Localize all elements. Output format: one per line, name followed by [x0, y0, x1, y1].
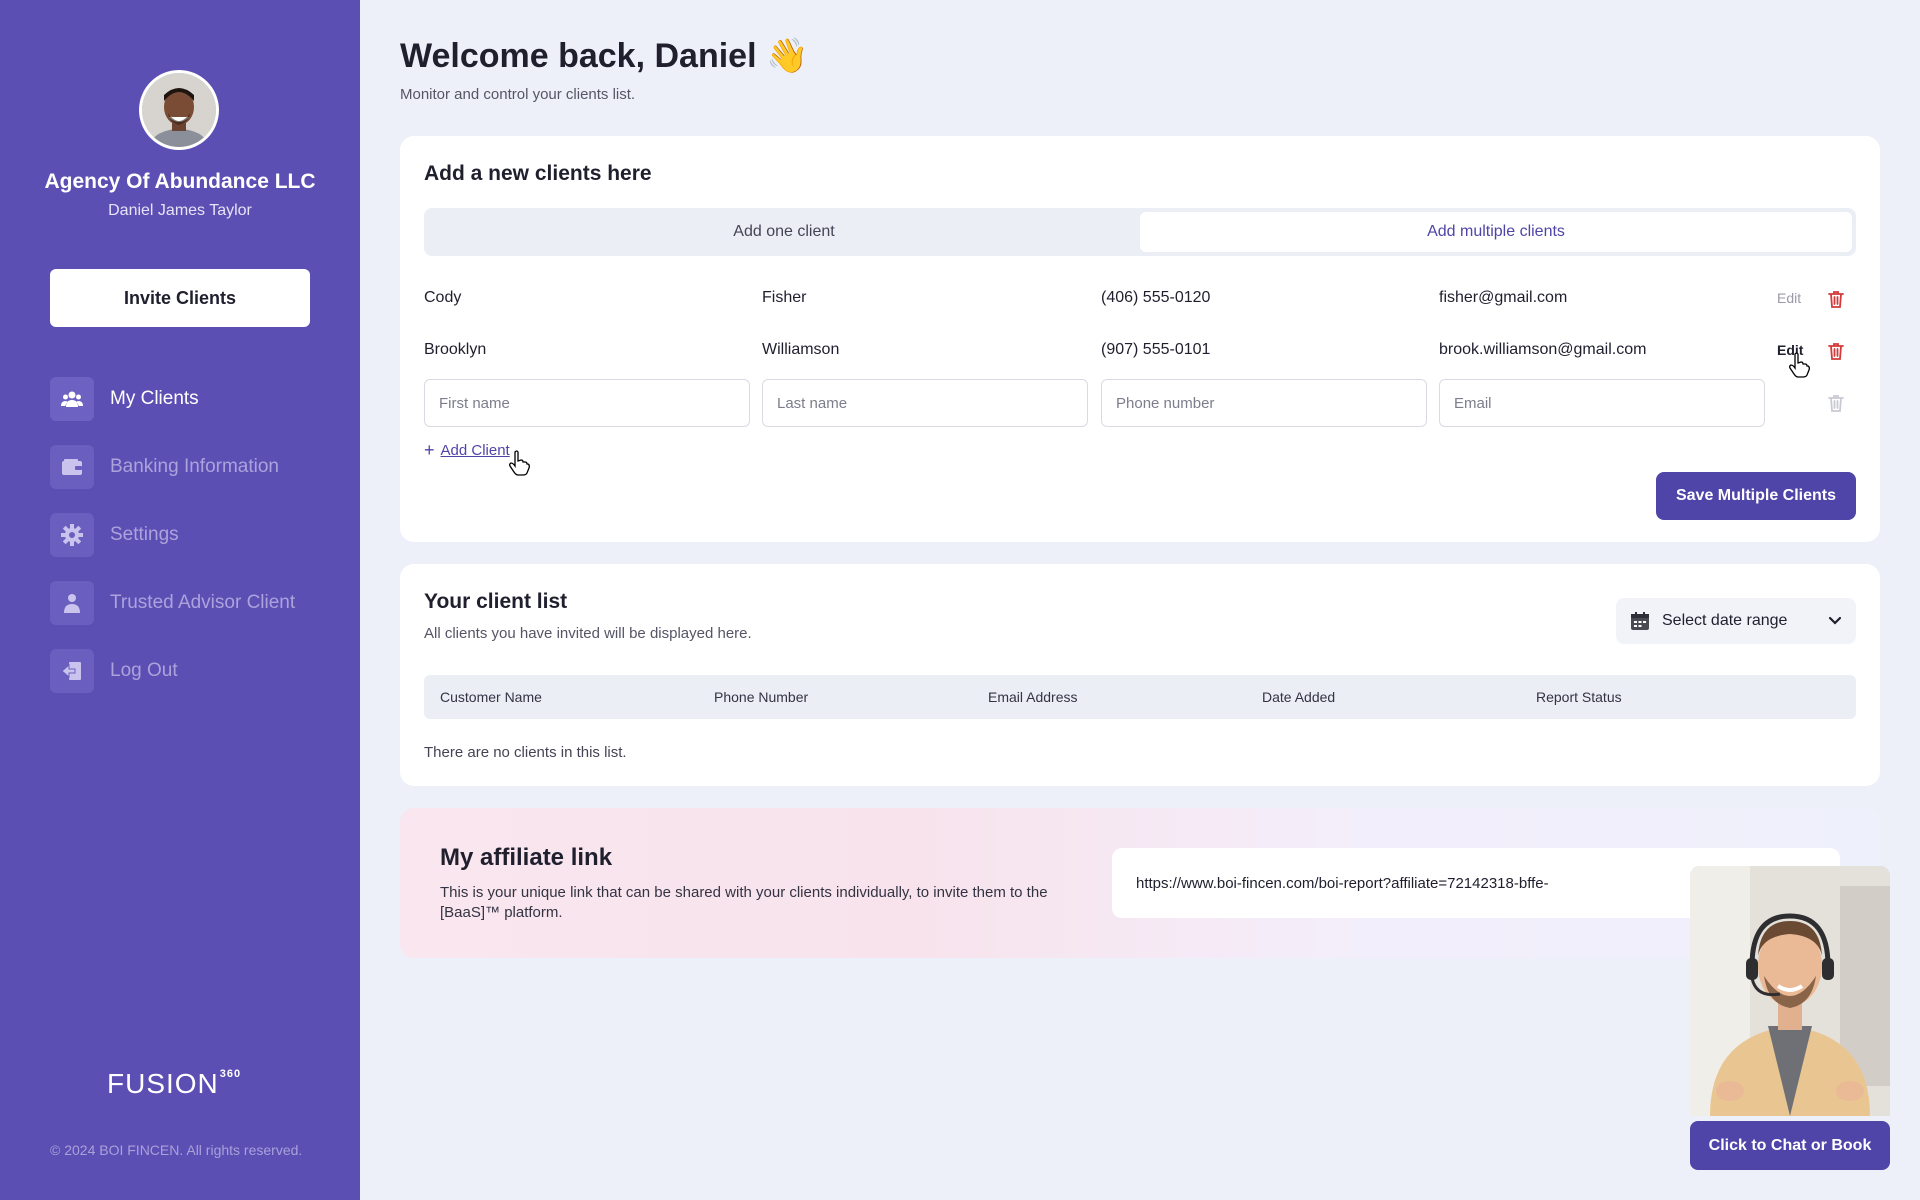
person-icon [50, 581, 94, 625]
client-phone: (907) 555-0101 [1101, 341, 1211, 358]
client-entry-row: Brooklyn Williamson (907) 555-0101 brook… [424, 331, 1856, 371]
client-phone: (406) 555-0120 [1101, 289, 1211, 306]
add-client-label: Add Client [440, 442, 510, 459]
tab-add-multiple-clients[interactable]: Add multiple clients [1140, 212, 1852, 252]
chat-agent-video[interactable] [1690, 866, 1890, 1116]
sidebar-item-label: Trusted Advisor Client [110, 592, 296, 613]
hand-cursor-icon [1789, 352, 1810, 378]
column-header[interactable]: Date Added [1262, 689, 1335, 705]
empty-state-text: There are no clients in this list. [424, 744, 627, 761]
client-entry-row: Cody Fisher (406) 555-0120 fisher@gmail.… [424, 279, 1856, 319]
column-header[interactable]: Email Address [988, 689, 1077, 705]
save-multiple-clients-button[interactable]: Save Multiple Clients [1656, 472, 1856, 520]
sidebar-item-label: My Clients [110, 388, 199, 409]
brand-logo: FUSION360 [107, 1068, 241, 1100]
copyright-text: © 2024 BOI FINCEN. All rights reserved. [50, 1142, 303, 1158]
affiliate-description: This is your unique link that can be sha… [440, 884, 1048, 921]
client-first-name: Brooklyn [424, 341, 487, 358]
affiliate-link-text[interactable]: https://www.boi-fincen.com/boi-report?af… [1136, 875, 1549, 892]
add-clients-card: Add a new clients here Add one client Ad… [400, 136, 1880, 542]
client-last-name: Williamson [762, 341, 840, 358]
brand-name: FUSION [107, 1068, 219, 1099]
trash-icon[interactable] [1826, 341, 1846, 361]
client-table-header: Customer Name Phone Number Email Address… [424, 675, 1856, 719]
sidebar: Agency Of Abundance LLC Daniel James Tay… [0, 0, 360, 1200]
edit-client-button[interactable]: Edit [1777, 290, 1801, 306]
date-range-label: Select date range [1662, 612, 1788, 629]
date-range-select[interactable]: Select date range [1616, 598, 1856, 644]
client-list-subtitle: All clients you have invited will be dis… [424, 625, 752, 642]
logout-icon [50, 649, 94, 693]
sidebar-item-trusted-advisor[interactable]: Trusted Advisor Client [50, 581, 295, 625]
client-first-name: Cody [424, 289, 462, 306]
users-icon [50, 377, 94, 421]
calendar-icon [1631, 612, 1649, 630]
column-header[interactable]: Report Status [1536, 689, 1622, 705]
user-name: Daniel James Taylor [108, 202, 252, 219]
last-name-input[interactable] [762, 379, 1088, 427]
gear-icon [50, 513, 94, 557]
sidebar-item-label: Banking Information [110, 456, 279, 477]
first-name-input[interactable] [424, 379, 750, 427]
hand-cursor-icon [509, 450, 530, 476]
sidebar-item-my-clients[interactable]: My Clients [50, 377, 295, 421]
phone-number-input[interactable] [1101, 379, 1427, 427]
email-input[interactable] [1439, 379, 1765, 427]
chevron-down-icon [1828, 616, 1842, 625]
plus-icon: + [424, 440, 435, 460]
affiliate-title: My affiliate link [440, 844, 613, 871]
client-list-card: Your client list All clients you have in… [400, 564, 1880, 786]
wallet-icon [50, 445, 94, 489]
page-subtitle: Monitor and control your clients list. [400, 86, 636, 103]
client-last-name: Fisher [762, 289, 807, 306]
client-email: fisher@gmail.com [1439, 289, 1568, 306]
add-client-tabs: Add one client Add multiple clients [424, 208, 1856, 256]
client-email: brook.williamson@gmail.com [1439, 341, 1647, 358]
sidebar-item-logout[interactable]: Log Out [50, 649, 295, 693]
invite-clients-button[interactable]: Invite Clients [50, 269, 310, 327]
chat-or-book-button[interactable]: Click to Chat or Book [1690, 1121, 1890, 1170]
brand-superscript: 360 [219, 1067, 242, 1080]
agent-photo [1690, 866, 1890, 1116]
avatar-photo [142, 73, 216, 147]
agency-name: Agency Of Abundance LLC [44, 170, 316, 193]
trash-icon[interactable] [1826, 393, 1846, 413]
sidebar-item-label: Settings [110, 524, 179, 545]
trash-icon[interactable] [1826, 289, 1846, 309]
column-header[interactable]: Customer Name [440, 689, 542, 705]
page-title: Welcome back, Daniel 👋 [400, 37, 809, 75]
sidebar-nav: My Clients Banking Information Settings … [50, 377, 295, 717]
sidebar-item-banking[interactable]: Banking Information [50, 445, 295, 489]
sidebar-item-label: Log Out [110, 660, 178, 681]
add-clients-title: Add a new clients here [424, 162, 652, 185]
affiliate-card: My affiliate link This is your unique li… [400, 808, 1880, 958]
column-header[interactable]: Phone Number [714, 689, 808, 705]
add-client-button[interactable]: + Add Client [424, 440, 510, 461]
avatar [139, 70, 219, 150]
tab-add-one-client[interactable]: Add one client [428, 212, 1140, 252]
sidebar-item-settings[interactable]: Settings [50, 513, 295, 557]
client-list-title: Your client list [424, 590, 568, 613]
